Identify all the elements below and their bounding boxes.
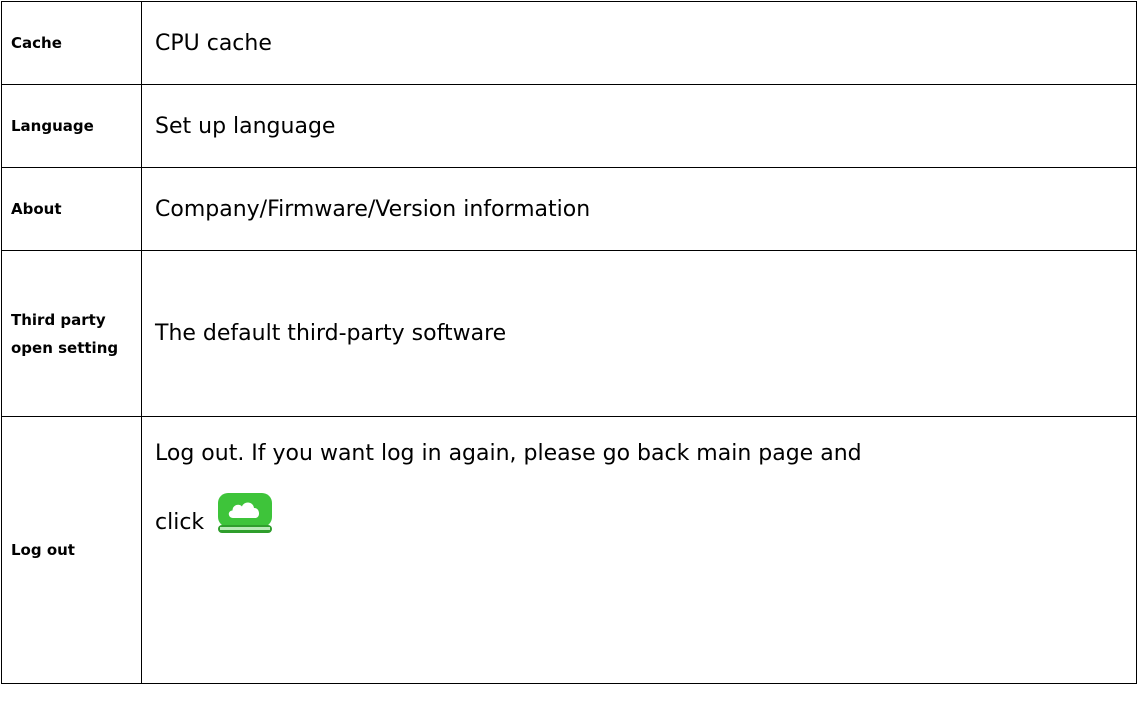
table-row-logout: Log out Log out. If you want log in agai… [1, 416, 1137, 684]
table-row-third-party: Third party open setting The default thi… [1, 250, 1137, 417]
logout-description-line1: Log out. If you want log in again, pleas… [155, 441, 862, 466]
row-description-logout: Log out. If you want log in again, pleas… [141, 416, 1137, 684]
row-description-language: Set up language [141, 84, 1137, 168]
row-description-third-party: The default third-party software [141, 250, 1137, 417]
table-row-cache: Cache CPU cache [1, 1, 1137, 85]
row-label-about: About [1, 167, 142, 251]
row-description-about: Company/Firmware/Version information [141, 167, 1137, 251]
table-row-language: Language Set up language [1, 84, 1137, 168]
cloud-drive-icon [216, 491, 274, 535]
row-label-logout: Log out [1, 416, 142, 684]
row-description-cache: CPU cache [141, 1, 1137, 85]
table-row-about: About Company/Firmware/Version informati… [1, 167, 1137, 251]
logout-description-line2: click [155, 491, 1136, 539]
row-label-cache: Cache [1, 1, 142, 85]
click-word: click [155, 510, 205, 535]
row-label-third-party: Third party open setting [1, 250, 142, 417]
settings-table: Cache CPU cache Language Set up language… [1, 1, 1137, 684]
row-label-language: Language [1, 84, 142, 168]
